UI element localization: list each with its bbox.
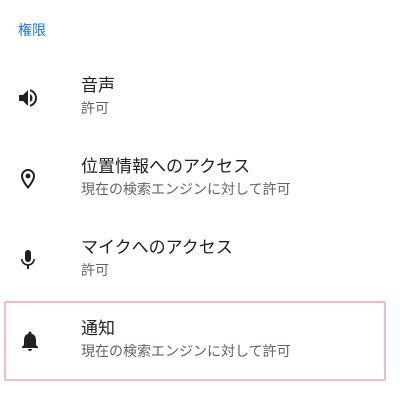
permission-subtitle: 許可	[81, 263, 109, 279]
permission-subtitle: 現在の検索エンジンに対して許可	[81, 344, 291, 360]
permission-title: 通知	[81, 319, 115, 339]
permission-row-location[interactable]: 位置情報へのアクセス 現在の検索エンジンに対して許可	[0, 139, 400, 219]
permission-title: 位置情報へのアクセス	[81, 157, 251, 177]
microphone-icon	[14, 246, 42, 274]
permission-title: マイクへのアクセス	[81, 238, 233, 258]
permission-row-notifications[interactable]: 通知 現在の検索エンジンに対して許可	[4, 301, 386, 381]
bell-icon	[16, 327, 44, 355]
permissions-section-header: 権限	[18, 23, 46, 39]
volume-icon	[14, 84, 42, 112]
permission-subtitle: 現在の検索エンジンに対して許可	[81, 182, 291, 198]
location-pin-icon	[14, 165, 42, 193]
permission-row-microphone[interactable]: マイクへのアクセス 許可	[0, 220, 400, 300]
permission-row-sound[interactable]: 音声 許可	[0, 58, 400, 138]
permission-subtitle: 許可	[81, 101, 109, 117]
permission-title: 音声	[81, 76, 115, 96]
